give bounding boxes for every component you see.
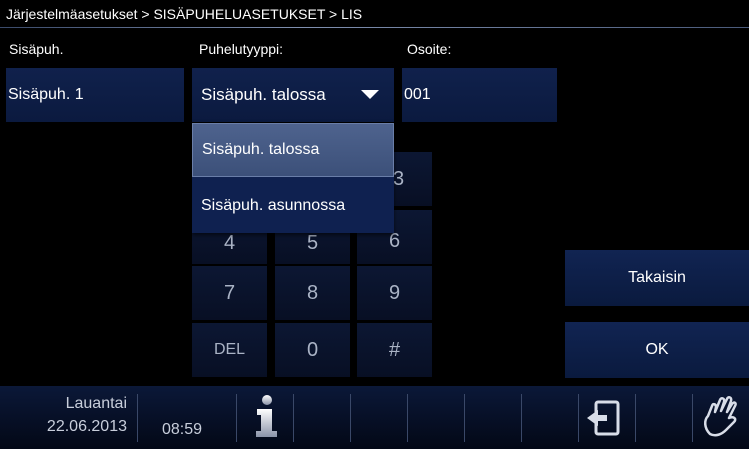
dropdown-option-talossa[interactable]: Sisäpuh. talossa — [192, 123, 394, 177]
keypad-key-8[interactable]: 8 — [275, 266, 350, 320]
call-type-dropdown-list: Sisäpuh. talossa Sisäpuh. asunnossa — [192, 123, 394, 233]
keypad-key-5-label: 5 — [306, 231, 319, 254]
footer-time: 08:59 — [162, 421, 203, 438]
keypad-key-3-label: 3 — [392, 167, 405, 190]
address-value: 001 — [404, 86, 431, 103]
dropdown-option-label: Sisäpuh. talossa — [202, 141, 320, 158]
extension-value: Sisäpuh. 1 — [8, 86, 84, 103]
address-field[interactable]: 001 — [402, 68, 557, 122]
keypad-hash-button[interactable]: # — [357, 323, 432, 377]
header-divider — [0, 27, 749, 28]
extension-field[interactable]: Sisäpuh. 1 — [6, 68, 184, 122]
info-icon[interactable] — [248, 394, 284, 440]
ok-button[interactable]: OK — [565, 322, 749, 378]
keypad-delete-label: DEL — [213, 341, 246, 358]
keypad-key-7-label: 7 — [223, 281, 236, 304]
breadcrumb: Järjestelmäasetukset > SISÄPUHELUASETUKS… — [6, 6, 363, 22]
ok-button-label: OK — [645, 341, 669, 358]
keypad-delete-button[interactable]: DEL — [192, 323, 267, 377]
keypad-key-0[interactable]: 0 — [275, 323, 350, 377]
dropdown-arrow-icon[interactable] — [361, 90, 379, 99]
keypad-key-4-label: 4 — [223, 231, 236, 254]
extension-label: Sisäpuh. — [9, 41, 64, 57]
back-door-icon[interactable] — [585, 398, 625, 440]
call-type-label: Puhelutyyppi: — [199, 41, 284, 57]
keypad-hash-label: # — [388, 338, 401, 361]
dropdown-option-label: Sisäpuh. asunnossa — [201, 197, 346, 214]
address-label: Osoite: — [407, 41, 452, 57]
back-button[interactable]: Takaisin — [565, 250, 749, 306]
back-button-label: Takaisin — [628, 269, 686, 286]
keypad-key-8-label: 8 — [306, 281, 319, 304]
keypad-key-9[interactable]: 9 — [357, 266, 432, 320]
keypad-key-9-label: 9 — [388, 281, 401, 304]
footer-date: 22.06.2013 — [46, 418, 127, 435]
keypad-key-0-label: 0 — [306, 338, 319, 361]
dropdown-option-asunnossa[interactable]: Sisäpuh. asunnossa — [192, 179, 394, 233]
footer-day: Lauantai — [65, 395, 127, 412]
keypad-key-7[interactable]: 7 — [192, 266, 267, 320]
call-type-value: Sisäpuh. talossa — [201, 85, 326, 104]
cleaning-hand-icon[interactable] — [700, 394, 742, 440]
